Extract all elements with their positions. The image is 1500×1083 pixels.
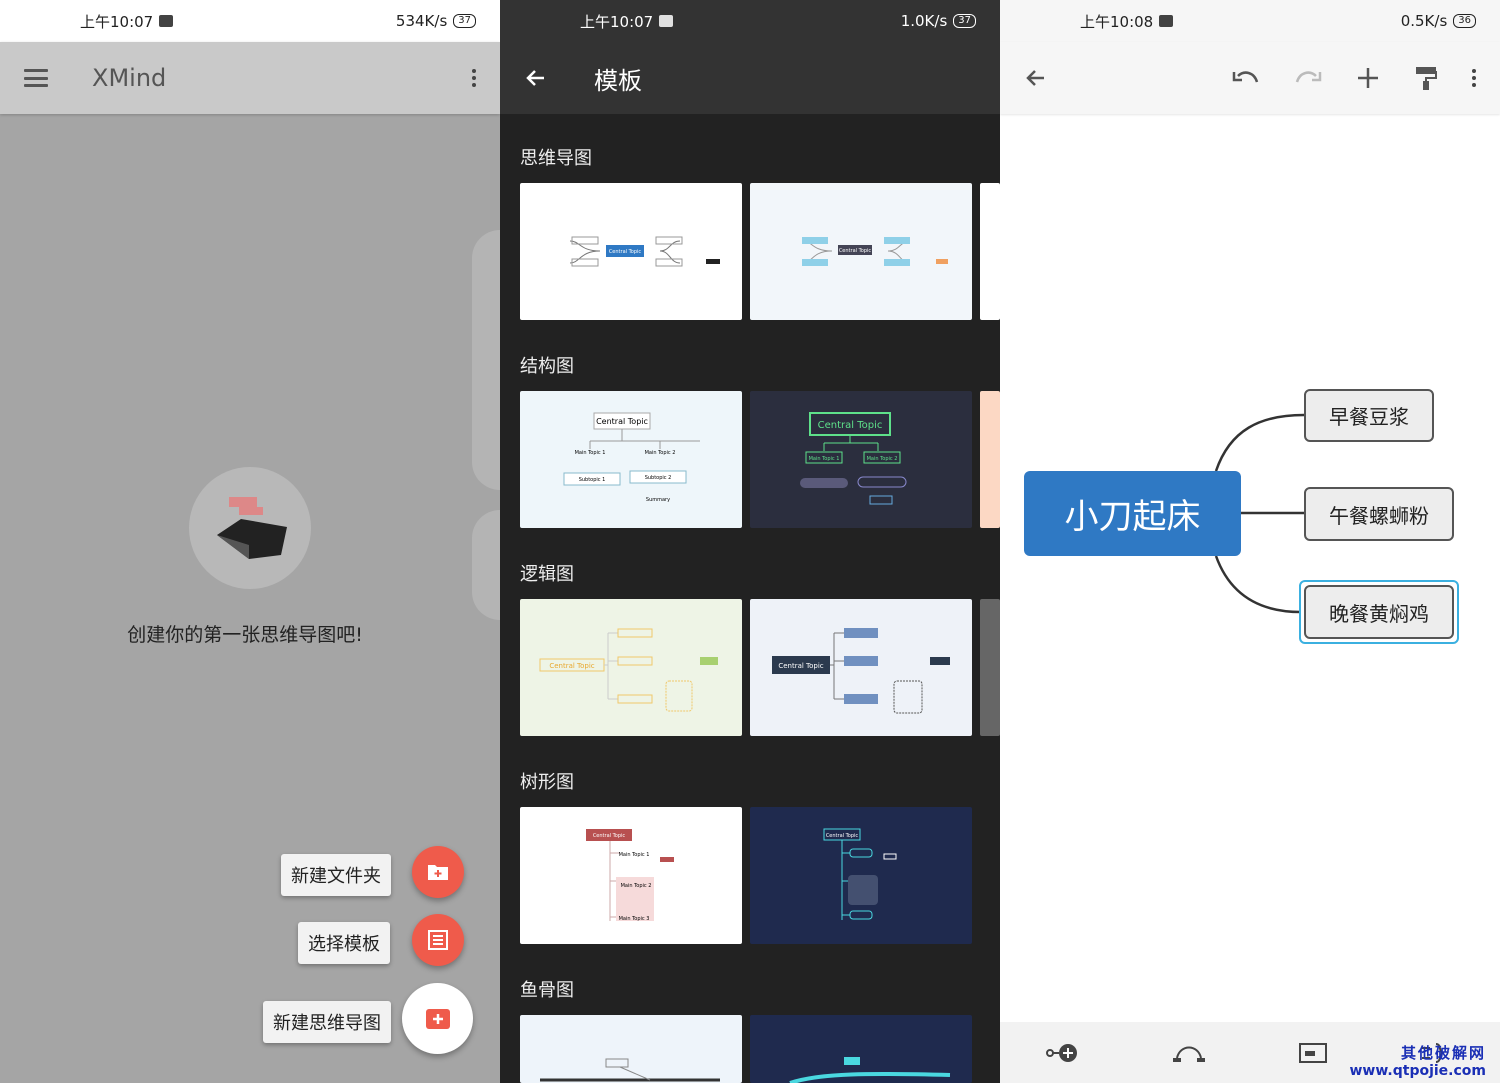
template-icon (428, 930, 448, 950)
template-thumb[interactable]: Central Topic Main Topic 1 Main Topic 2 (750, 391, 972, 528)
section-org-chart: 结构图 (520, 356, 574, 377)
svg-text:Main Topic 1: Main Topic 1 (809, 456, 840, 462)
app-bar: 模板 (500, 42, 1000, 114)
section-logic-chart: 逻辑图 (520, 564, 574, 585)
section-mindmap: 思维导图 (520, 148, 592, 169)
section-tree-chart: 树形图 (520, 772, 574, 793)
status-bar: 上午10:07 534K/s 37 (0, 0, 500, 42)
watermark-url: www.qtpojie.com (1349, 1063, 1487, 1079)
template-thumb[interactable] (520, 1015, 742, 1083)
svg-text:Subtopic 1: Subtopic 1 (579, 477, 606, 483)
svg-text:Central Topic: Central Topic (596, 417, 648, 426)
status-time: 上午10:07 (80, 12, 154, 31)
empty-state-text: 创建你的第一张思维导图吧! (127, 624, 363, 646)
template-thumb[interactable]: Central Topic Main Topic 1 Main Topic 2 … (520, 807, 742, 944)
page-title: 模板 (594, 66, 642, 95)
app-title: XMind (92, 64, 167, 92)
watermark-text: 其他破解网 (1400, 1044, 1486, 1062)
central-topic[interactable]: 小刀起床 (1024, 471, 1241, 556)
template-thumb[interactable] (980, 183, 1000, 320)
svg-text:Central Topic: Central Topic (818, 420, 883, 431)
app-bar: XMind (0, 42, 500, 114)
svg-text:Main Topic 1: Main Topic 1 (619, 852, 650, 858)
add-subtopic-icon[interactable] (1046, 1042, 1080, 1064)
svg-text:Central Topic: Central Topic (609, 249, 642, 255)
message-icon (159, 15, 174, 27)
svg-text:Summary: Summary (646, 497, 670, 503)
template-thumb[interactable]: Central Topic (520, 183, 742, 320)
folder-plus-icon (428, 865, 448, 880)
network-speed: 1.0K/s (900, 12, 948, 30)
svg-text:Main Topic 2: Main Topic 2 (621, 883, 652, 889)
template-button[interactable] (412, 914, 464, 966)
template-label[interactable]: 选择模板 (298, 922, 390, 964)
svg-text:Main Topic 2: Main Topic 2 (645, 450, 676, 456)
svg-text:Central Topic: Central Topic (778, 662, 823, 670)
topic-lunch[interactable]: 午餐螺蛳粉 (1304, 487, 1454, 541)
editor-screen: 上午10:08 0.5K/s 36 小刀起床 早餐豆浆 午餐螺蛳粉 晚餐黄焖鸡 … (1000, 0, 1500, 1083)
topic-dinner[interactable]: 晚餐黄焖鸡 (1304, 585, 1454, 639)
template-thumb[interactable] (980, 599, 1000, 736)
more-icon[interactable] (472, 69, 476, 87)
svg-text:Central Topic: Central Topic (593, 833, 626, 839)
template-thumb[interactable]: Central Topic (750, 599, 972, 736)
template-thumb[interactable]: Central Topic (750, 807, 972, 944)
template-screen: 上午10:07 1.0K/s 37 模板 思维导图 Central Topic … (500, 0, 1000, 1083)
boundary-icon[interactable] (1298, 1042, 1328, 1064)
relationship-icon[interactable] (1172, 1042, 1206, 1064)
svg-text:Central Topic: Central Topic (839, 248, 872, 254)
battery-icon: 37 (453, 14, 476, 28)
status-bar: 上午10:07 1.0K/s 37 (500, 0, 1000, 42)
svg-text:Subtopic 2: Subtopic 2 (645, 475, 672, 481)
svg-text:Central Topic: Central Topic (826, 833, 859, 839)
battery-icon: 37 (953, 14, 976, 28)
home-screen: 上午10:07 534K/s 37 XMind 创建你的第一张思维导图吧! 新建… (0, 0, 500, 1083)
template-thumb[interactable]: Central Topic Main Topic 1 Main Topic 2 S… (520, 391, 742, 528)
template-thumb[interactable] (750, 1015, 972, 1083)
svg-text:Central Topic: Central Topic (549, 662, 594, 670)
watermark: 其他破解网 www.qtpojie.com (1350, 1042, 1487, 1079)
message-icon (659, 15, 674, 27)
new-map-button[interactable] (402, 983, 473, 1054)
svg-text:Main Topic 3: Main Topic 3 (619, 916, 650, 922)
back-arrow-icon[interactable] (524, 66, 548, 90)
new-map-label[interactable]: 新建思维导图 (263, 1001, 391, 1043)
background-card (472, 510, 500, 620)
status-time: 上午10:07 (580, 12, 654, 31)
add-map-icon (425, 1008, 450, 1029)
template-thumb[interactable]: Central Topic (520, 599, 742, 736)
empty-illustration (189, 467, 311, 589)
new-folder-label[interactable]: 新建文件夹 (281, 854, 391, 896)
section-fishbone: 鱼骨图 (520, 980, 574, 1001)
network-speed: 534K/s (395, 12, 448, 30)
svg-text:Main Topic 1: Main Topic 1 (575, 450, 606, 456)
template-thumb[interactable] (980, 391, 1000, 528)
svg-text:Main Topic 2: Main Topic 2 (867, 456, 898, 462)
topic-breakfast[interactable]: 早餐豆浆 (1304, 389, 1434, 442)
background-card (472, 230, 500, 490)
menu-icon[interactable] (24, 69, 48, 87)
new-folder-button[interactable] (412, 846, 464, 898)
template-thumb[interactable]: Central Topic (750, 183, 972, 320)
